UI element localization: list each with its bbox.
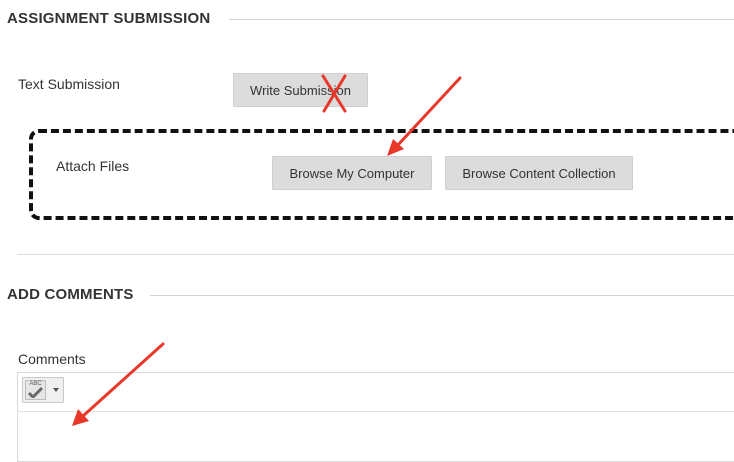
comments-editor: ABC: [17, 372, 734, 462]
write-submission-button[interactable]: Write Submission: [233, 73, 368, 107]
spellcheck-icon: ABC: [25, 380, 46, 400]
spellcheck-button[interactable]: ABC: [22, 377, 64, 403]
browse-content-collection-button[interactable]: Browse Content Collection: [445, 156, 633, 190]
checkmark-icon: [28, 387, 43, 398]
assignment-submission-rule: [229, 19, 734, 20]
add-comments-rule: [150, 295, 734, 296]
add-comments-heading: ADD COMMENTS: [7, 286, 134, 303]
assignment-submission-heading: ASSIGNMENT SUBMISSION: [7, 10, 211, 27]
browse-my-computer-button[interactable]: Browse My Computer: [272, 156, 432, 190]
editor-toolbar: ABC: [18, 373, 734, 412]
attach-files-label: Attach Files: [56, 158, 130, 174]
comments-textarea[interactable]: [18, 412, 734, 462]
comments-label: Comments: [18, 351, 86, 367]
section-divider: [17, 254, 734, 255]
text-submission-label: Text Submission: [18, 76, 120, 92]
chevron-down-icon: [53, 388, 59, 392]
